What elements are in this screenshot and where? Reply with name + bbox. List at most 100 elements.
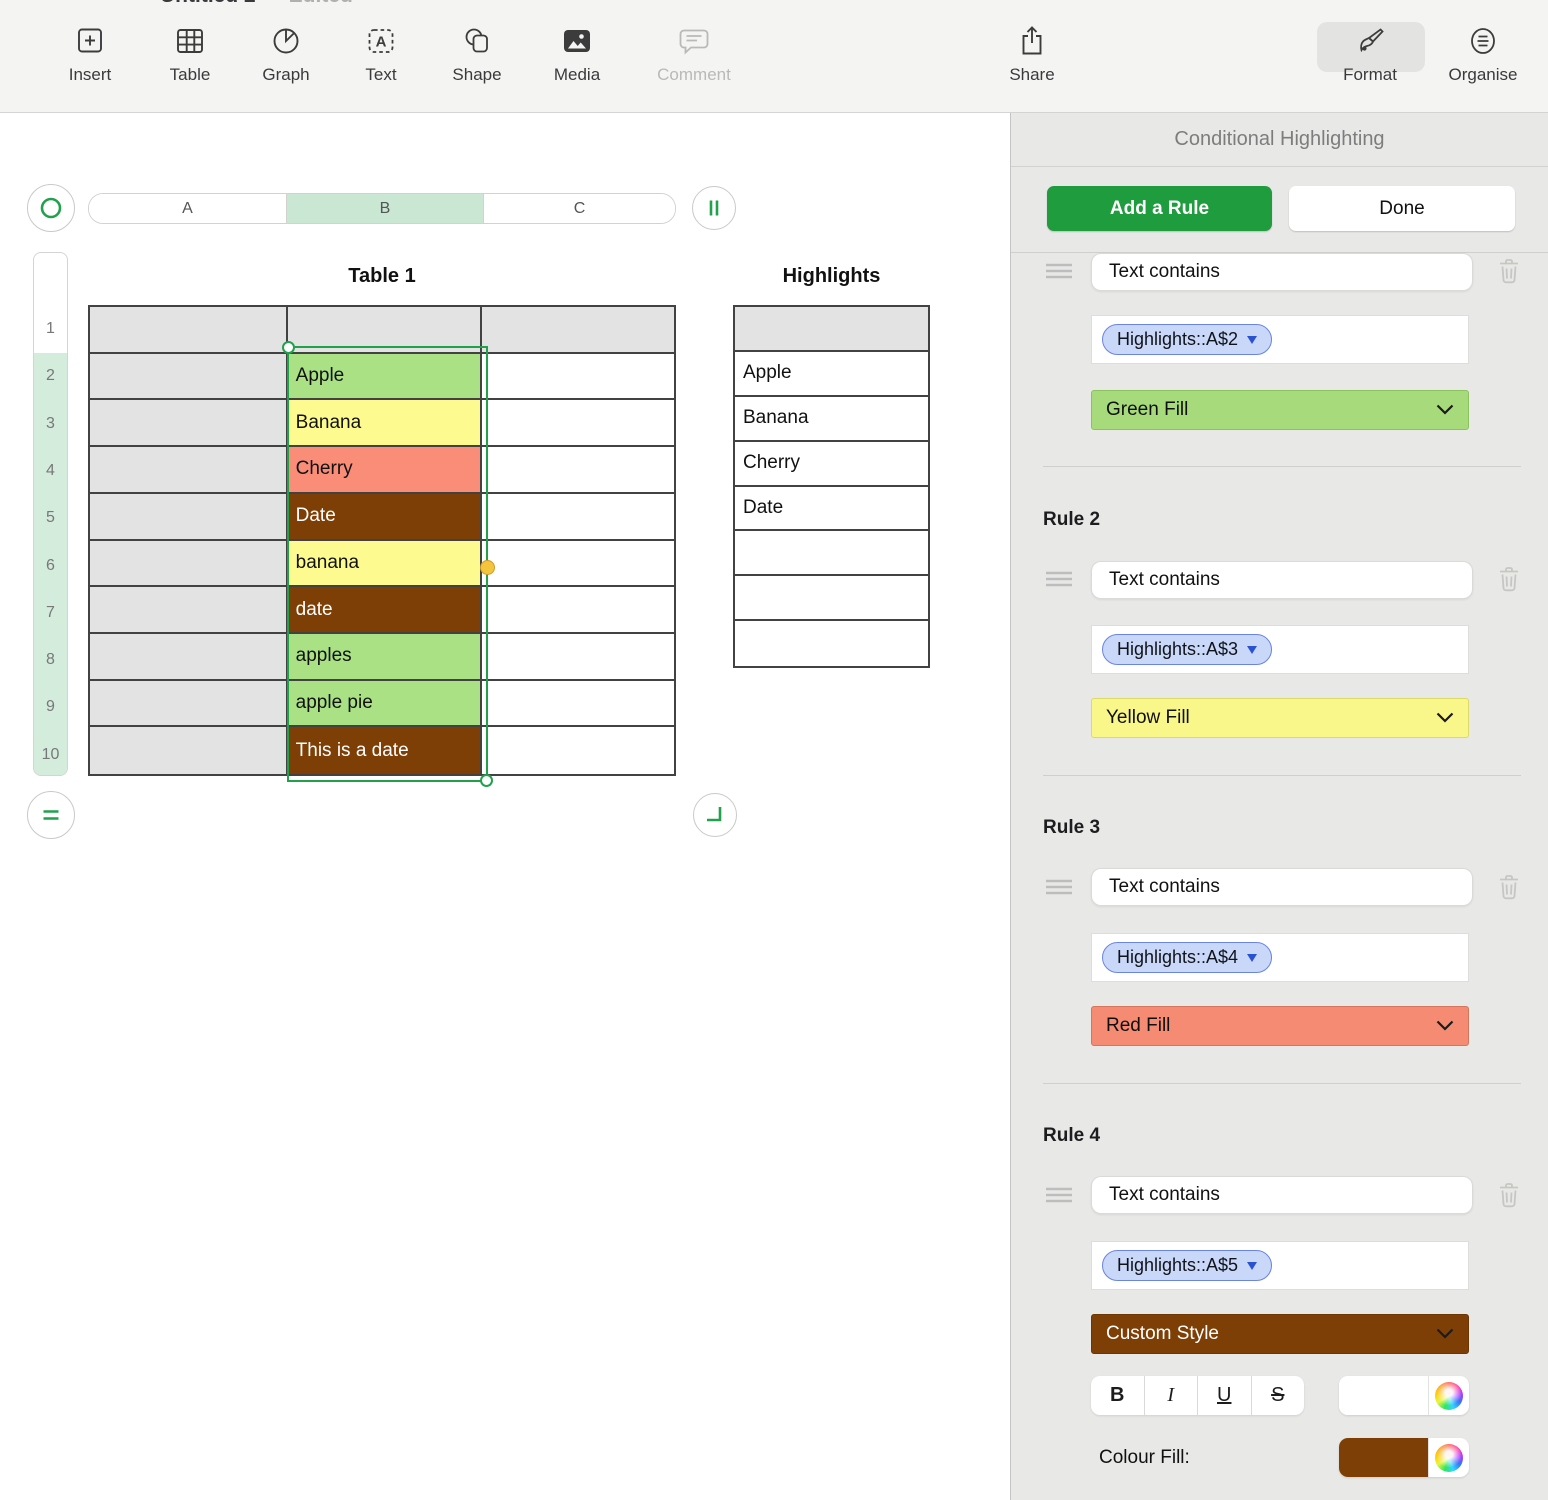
bold-button[interactable]: B [1091, 1376, 1144, 1415]
done-button[interactable]: Done [1289, 186, 1515, 231]
toolbar-graph-button[interactable]: Graph [238, 24, 334, 85]
cell[interactable] [482, 400, 674, 448]
trash-icon[interactable] [1498, 874, 1520, 900]
rule1-style-dropdown[interactable]: Green Fill [1091, 390, 1469, 430]
row-number[interactable]: 2 [34, 367, 67, 385]
toolbar-organise-button[interactable]: Organise [1435, 24, 1531, 85]
drag-handle-icon[interactable] [1045, 1186, 1073, 1204]
cell[interactable]: Banana [735, 397, 928, 442]
add-a-rule-button[interactable]: Add a Rule [1047, 186, 1272, 231]
column-header-a[interactable]: A [89, 194, 286, 223]
row-number[interactable]: 4 [34, 462, 67, 480]
rule3-condition-dropdown[interactable]: Text contains [1091, 868, 1473, 906]
cell[interactable]: Date [287, 493, 483, 541]
cell[interactable] [90, 400, 288, 448]
rule1-value-field[interactable]: Highlights::A$2 [1091, 315, 1469, 364]
column-options-button[interactable] [692, 186, 736, 230]
cell[interactable] [287, 307, 483, 354]
colour-wheel-icon[interactable] [1435, 1381, 1463, 1410]
rule4-condition-dropdown[interactable]: Text contains [1091, 1176, 1473, 1214]
cell[interactable]: Apple [287, 353, 483, 401]
underline-button[interactable]: U [1197, 1376, 1251, 1415]
text-colour-well[interactable] [1339, 1376, 1469, 1415]
fill-colour-well[interactable] [1339, 1438, 1469, 1477]
rule2-value-field[interactable]: Highlights::A$3 [1091, 625, 1469, 674]
row-number[interactable]: 1 [34, 320, 67, 338]
cell[interactable] [482, 354, 674, 401]
rule2-style-dropdown[interactable]: Yellow Fill [1091, 698, 1469, 738]
rule4-cell-reference-token[interactable]: Highlights::A$5 [1102, 1250, 1273, 1281]
toolbar-text-button[interactable]: A Text [333, 24, 429, 85]
table-resize-button[interactable] [693, 793, 737, 837]
cell[interactable]: Cherry [287, 447, 483, 494]
table1-title: Table 1 [348, 265, 416, 287]
row-number[interactable]: 3 [34, 415, 67, 433]
cell[interactable] [90, 727, 288, 774]
toolbar-media-button[interactable]: Media [529, 24, 625, 85]
cell[interactable]: banana [287, 540, 483, 588]
toolbar-format-button[interactable]: Format [1322, 24, 1418, 85]
cell[interactable]: Banana [287, 400, 483, 448]
cell[interactable] [735, 531, 928, 577]
cell[interactable] [90, 633, 288, 681]
cell[interactable]: date [287, 587, 483, 634]
cell[interactable]: apple pie [287, 680, 483, 728]
rule4-value-field[interactable]: Highlights::A$5 [1091, 1241, 1469, 1290]
cell[interactable] [90, 353, 288, 401]
cell[interactable]: Date [735, 487, 928, 532]
column-header-b[interactable]: B [286, 194, 483, 223]
row-number[interactable]: 8 [34, 651, 67, 669]
cell[interactable]: This is a date [287, 727, 483, 774]
row-number[interactable]: 5 [34, 509, 67, 527]
cell[interactable] [482, 681, 674, 728]
rule4-style-dropdown[interactable]: Custom Style [1091, 1314, 1469, 1354]
cell[interactable] [482, 494, 674, 541]
cell[interactable] [735, 621, 928, 666]
drag-handle-icon[interactable] [1045, 570, 1073, 588]
cell[interactable] [482, 307, 674, 354]
drag-handle-icon[interactable] [1045, 878, 1073, 896]
toolbar-table-button[interactable]: Table [142, 24, 238, 85]
rule3-value-field[interactable]: Highlights::A$4 [1091, 933, 1469, 982]
cell[interactable] [90, 587, 288, 634]
strikethrough-button[interactable]: S [1250, 1376, 1305, 1415]
cell[interactable]: Apple [735, 352, 928, 397]
row-number[interactable]: 6 [34, 557, 67, 575]
row-header-strip[interactable]: 1 2 3 4 5 6 7 8 9 10 [33, 252, 68, 776]
italic-button[interactable]: I [1143, 1376, 1198, 1415]
colour-wheel-icon[interactable] [1435, 1443, 1463, 1472]
cell[interactable] [90, 493, 288, 541]
cell[interactable]: Cherry [735, 442, 928, 487]
cell[interactable] [482, 727, 674, 774]
rule1-cell-reference-token[interactable]: Highlights::A$2 [1102, 324, 1273, 355]
rule3-cell-reference-token[interactable]: Highlights::A$4 [1102, 942, 1273, 973]
cell[interactable] [482, 447, 674, 494]
trash-icon[interactable] [1498, 258, 1520, 284]
toolbar-insert-button[interactable]: Insert [42, 24, 138, 85]
cell[interactable] [735, 307, 928, 352]
cell[interactable] [90, 447, 288, 494]
row-number[interactable]: 7 [34, 604, 67, 622]
drag-handle-icon[interactable] [1045, 262, 1073, 280]
rule2-condition-dropdown[interactable]: Text contains [1091, 561, 1473, 599]
rule3-style-dropdown[interactable]: Red Fill [1091, 1006, 1469, 1046]
trash-icon[interactable] [1498, 1182, 1520, 1208]
toolbar-shape-button[interactable]: Shape [429, 24, 525, 85]
toolbar-share-button[interactable]: Share [984, 24, 1080, 85]
trash-icon[interactable] [1498, 566, 1520, 592]
row-number[interactable]: 9 [34, 698, 67, 716]
rule1-condition-dropdown[interactable]: Text contains [1091, 253, 1473, 291]
column-header-c[interactable]: C [483, 194, 675, 223]
rule2-cell-reference-token[interactable]: Highlights::A$3 [1102, 634, 1273, 665]
row-number[interactable]: 10 [34, 746, 67, 764]
add-row-button[interactable] [27, 791, 75, 839]
cell[interactable]: apples [287, 633, 483, 681]
cell[interactable] [735, 576, 928, 622]
cell[interactable] [90, 680, 288, 728]
cell[interactable] [90, 307, 288, 354]
cell[interactable] [482, 541, 674, 588]
cell[interactable] [90, 540, 288, 588]
table-select-button[interactable] [27, 184, 75, 232]
cell[interactable] [482, 634, 674, 681]
cell[interactable] [482, 587, 674, 634]
